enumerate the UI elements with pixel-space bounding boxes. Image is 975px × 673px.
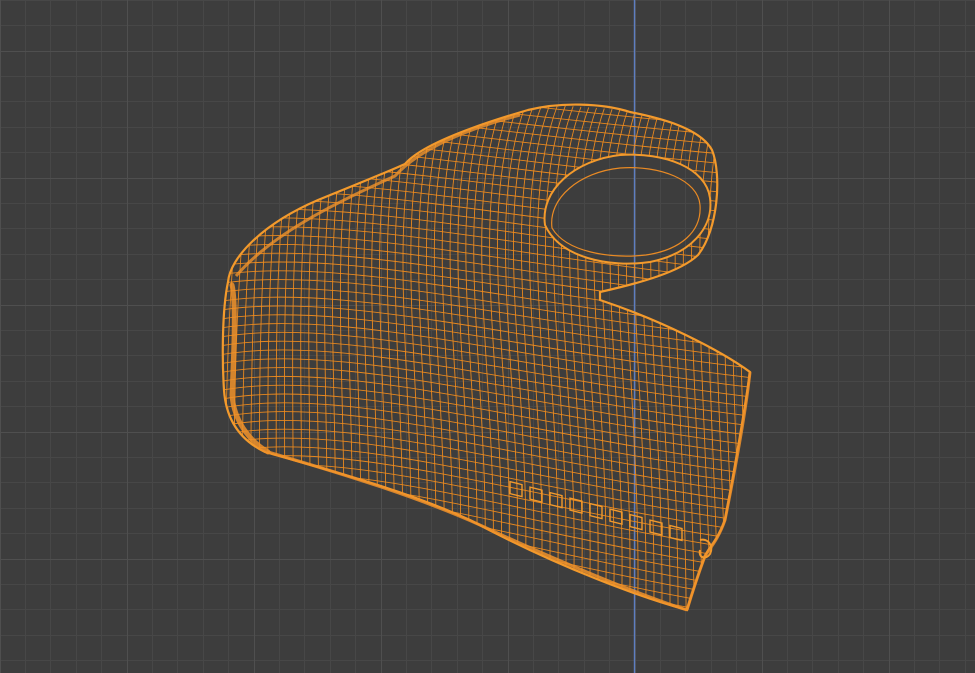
3d-viewport[interactable] bbox=[0, 0, 975, 673]
viewport-background bbox=[0, 0, 975, 673]
